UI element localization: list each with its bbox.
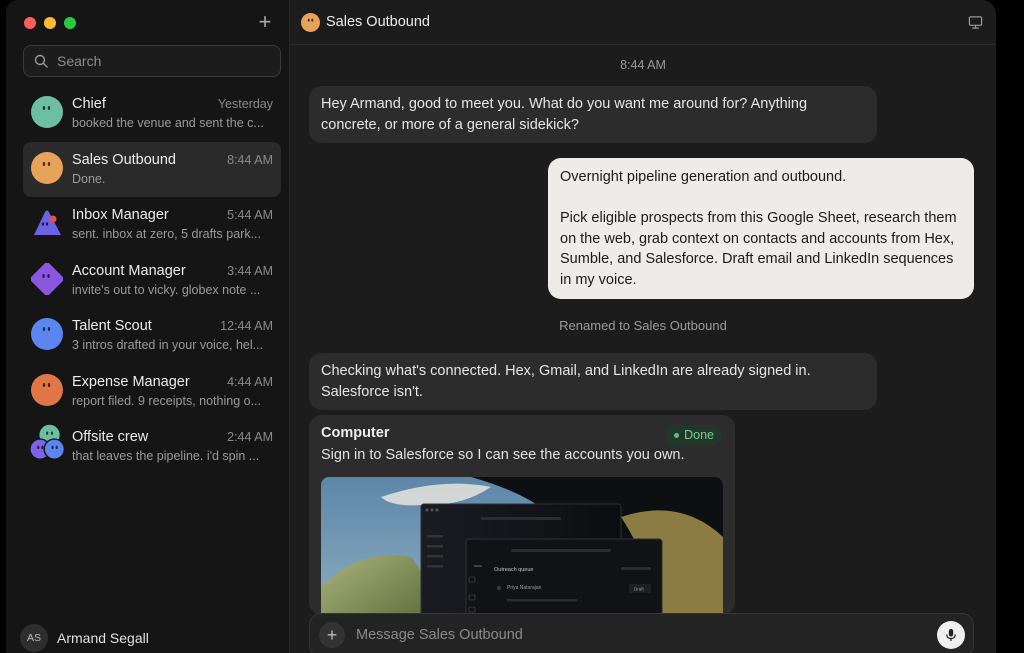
conversation-preview: sent. inbox at zero, 5 drafts park... [72,227,261,241]
conversation-item-sales-outbound[interactable]: Sales Outbound 8:44 AM Done. [23,141,281,197]
computer-screenshot-preview[interactable]: Outreach queue Priya Natarajan Draft [321,477,723,615]
conversation-name: Chief [72,96,106,112]
chat-header: Sales Outbound [290,0,996,45]
card-title: Computer [321,425,390,441]
sidebar: + Chief Yesterday booked the venue and s… [6,0,290,653]
minimize-window-button[interactable] [44,17,56,29]
conversation-item-offsite-crew[interactable]: Offsite crew 2:44 AM that leaves the pip… [23,419,281,475]
conversation-preview: booked the venue and sent the c... [72,116,264,130]
search-box[interactable] [23,45,281,77]
voice-input-button[interactable] [937,621,965,649]
conversation-name: Sales Outbound [72,151,176,168]
conversation-item-inbox-manager[interactable]: Inbox Manager 5:44 AM sent. inbox at zer… [23,197,281,253]
conversation-item-talent-scout[interactable]: Talent Scout 12:44 AM 3 intros drafted i… [23,308,281,364]
message-composer[interactable]: + [309,613,974,653]
chat-panel: Sales Outbound 8:44 AM Hey Armand, good … [290,0,996,653]
user-avatar: AS [20,624,48,652]
window-controls [24,17,76,29]
monitor-icon[interactable] [968,15,983,30]
plus-icon: + [326,624,338,645]
conversation-preview: invite's out to vicky. globex note ... [72,282,261,297]
account-manager-avatar-icon [31,262,63,295]
conversation-preview: that leaves the pipeline. i'd spin ... [72,449,260,463]
screenshot-row-status: Draft [634,587,645,592]
sales-outbound-avatar-icon [301,12,320,32]
message-timestamp: 8:44 AM [620,58,666,72]
conversation-item-chief[interactable]: Chief Yesterday booked the venue and sen… [23,86,281,142]
conversation-time: 5:44 AM [227,208,273,222]
message-text: Pick eligible prospects from this Google… [560,210,957,288]
user-profile[interactable]: AS Armand Segall [20,623,149,653]
attach-button[interactable]: + [319,622,345,648]
chat-title: Sales Outbound [326,14,430,30]
screenshot-row-name: Priya Natarajan [507,585,542,591]
conversation-time: 2:44 AM [227,430,273,444]
screenshot-panel-title: Outreach queue [494,567,533,573]
conversation-name: Offsite crew [72,429,149,445]
zoom-window-button[interactable] [64,17,76,29]
conversation-name: Talent Scout [72,318,152,334]
talent-scout-avatar-icon [31,318,63,350]
computer-task-card[interactable]: Computer Done Sign in to Salesforce so I… [309,415,735,615]
system-note: Renamed to Sales Outbound [559,318,727,333]
card-text: Sign in to Salesforce so I can see the a… [321,447,685,463]
conversation-time: Yesterday [217,97,273,111]
conversation-preview: report filed. 9 receipts, nothing o... [72,393,261,408]
conversation-time: 4:44 AM [227,374,273,389]
conversation-item-expense-manager[interactable]: Expense Manager 4:44 AM report filed. 9 … [23,364,281,420]
message-text: Hey Armand, good to meet you. What do yo… [321,96,808,133]
conversation-time: 3:44 AM [227,263,273,278]
search-input[interactable] [57,53,267,69]
conversation-list: Chief Yesterday booked the venue and sen… [23,86,281,475]
sales-outbound-avatar-icon [31,151,63,184]
message-text: Checking what's connected. Hex, Gmail, a… [321,363,811,400]
status-dot-icon [674,432,680,438]
inbox-manager-avatar-icon [34,210,61,235]
group-avatar-icon [29,424,65,460]
conversation-time: 12:44 AM [220,319,273,333]
conversation-preview: 3 intros drafted in your voice, hel... [72,338,264,352]
conversation-name: Account Manager [72,262,186,279]
conversation-preview: Done. [72,171,106,186]
search-icon [34,54,48,68]
message-text: Overnight pipeline generation and outbou… [560,169,847,185]
status-badge: Done [666,425,722,445]
assistant-message: Hey Armand, good to meet you. What do yo… [309,86,877,143]
status-label: Done [684,428,714,442]
conversation-name: Expense Manager [72,373,190,390]
app-window: + Chief Yesterday booked the venue and s… [6,0,996,653]
message-input[interactable] [356,627,937,643]
close-window-button[interactable] [24,17,36,29]
chief-avatar-icon [31,96,63,128]
microphone-icon [946,629,956,641]
user-name: Armand Segall [57,630,149,646]
expense-manager-avatar-icon [31,373,63,406]
conversation-name: Inbox Manager [72,207,169,223]
user-message: Overnight pipeline generation and outbou… [548,158,974,299]
assistant-message: Checking what's connected. Hex, Gmail, a… [309,353,877,410]
conversation-time: 8:44 AM [227,152,273,167]
conversation-item-account-manager[interactable]: Account Manager 3:44 AM invite's out to … [23,253,281,309]
plus-icon: + [258,9,272,34]
new-chat-button[interactable]: + [255,9,275,34]
